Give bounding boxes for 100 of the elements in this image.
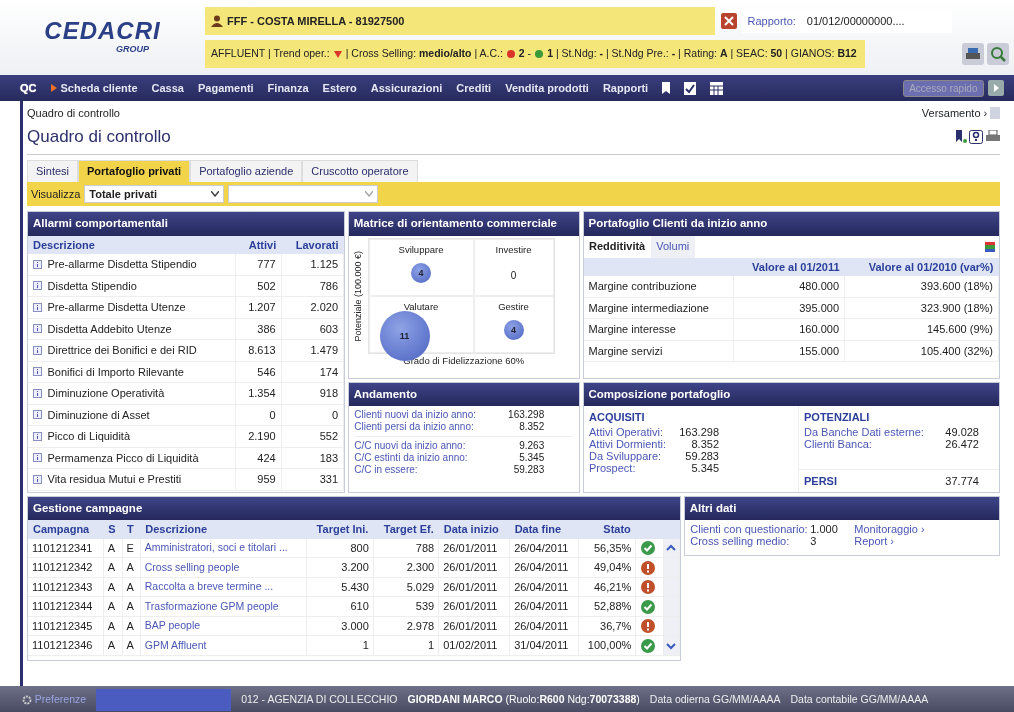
table-cell: 0 <box>281 404 344 426</box>
table-cell: 155.000 <box>733 340 845 362</box>
table-cell: 145.600 (9%) <box>844 318 999 340</box>
table-cell: 1101212345 <box>28 616 104 636</box>
stat-label: Clienti Banca: <box>804 437 873 450</box>
campaign-link[interactable]: Cross selling people <box>140 557 306 578</box>
info-icon[interactable] <box>33 345 42 355</box>
table-cell: Margine servizi <box>583 340 734 362</box>
campaign-link[interactable]: BAP people <box>140 616 306 636</box>
table-cell: A <box>103 557 123 578</box>
tab[interactable]: Portafoglio aziende <box>190 160 303 182</box>
info-icon[interactable] <box>33 453 42 463</box>
table-cell: Margine contribuzione <box>583 276 734 297</box>
gear-icon[interactable] <box>22 694 32 705</box>
chart-icon[interactable] <box>985 241 995 252</box>
nav-item[interactable]: Estero <box>322 79 357 97</box>
info-icon[interactable] <box>33 367 42 377</box>
select-field[interactable] <box>228 184 379 203</box>
stat-value: 163.298 <box>507 409 545 421</box>
table-cell: 26/01/2011 <box>438 577 510 597</box>
info-icon[interactable] <box>33 388 42 398</box>
stat-value: 8.352 <box>518 421 545 433</box>
bubble: 4 <box>503 320 524 341</box>
arrow-right-icon[interactable] <box>988 80 1004 96</box>
stat-value: 3 <box>810 535 817 547</box>
table-cell: 160.000 <box>733 318 845 340</box>
info-icon[interactable] <box>33 410 42 420</box>
nav-item[interactable]: Assicurazioni <box>370 79 443 97</box>
campaign-link[interactable]: Trasformazione GPM people <box>140 596 306 617</box>
tab[interactable]: Volumi <box>650 235 695 258</box>
calendar-icon[interactable] <box>710 81 724 95</box>
quadrant-count: 0 <box>510 269 517 284</box>
stat-value: 5.345 <box>518 451 545 464</box>
nav-item[interactable]: Finanza <box>267 79 309 97</box>
link[interactable]: Monitoraggio › <box>854 523 925 535</box>
panel-header: Andamento <box>348 383 579 407</box>
info-icon[interactable] <box>33 281 42 291</box>
table-cell: 26/04/2011 <box>509 577 579 597</box>
table-cell: 5.029 <box>373 577 439 597</box>
panel-header: Gestione campagne <box>28 497 680 521</box>
tab[interactable]: Cruscotto operatore <box>302 160 418 182</box>
stat-label: Da Banche Dati esterne: <box>804 425 925 438</box>
stat-value: 59.283 <box>684 449 719 462</box>
stat-value: 8.352 <box>690 437 719 450</box>
info-icon[interactable] <box>33 259 42 269</box>
table-cell: E <box>122 538 141 558</box>
table-cell: 1101212346 <box>28 635 104 656</box>
table-cell: 26/01/2011 <box>438 596 510 617</box>
nav-item[interactable]: Rapporti <box>602 79 649 97</box>
tab[interactable]: Redditività <box>583 235 651 258</box>
select-field[interactable]: Totale privati <box>84 184 225 203</box>
table-cell: 52,88% <box>578 596 636 617</box>
table-cell: 26/01/2011 <box>438 557 510 578</box>
stat-value: 59.283 <box>512 463 545 476</box>
table-cell: 105.400 (32%) <box>844 340 999 362</box>
axis-label: Potenziale (100.000 €) <box>351 250 364 342</box>
bookmark-icon[interactable] <box>954 130 967 144</box>
nav-item[interactable]: Crediti <box>456 79 492 97</box>
tab[interactable]: Sintesi <box>27 160 79 182</box>
versamento-link[interactable]: Versamento › <box>921 105 988 122</box>
table-cell: 36,7% <box>578 616 636 636</box>
campaign-link[interactable]: Raccolta a breve termine ... <box>140 577 306 597</box>
table-cell: 331 <box>281 468 344 490</box>
close-icon[interactable] <box>720 12 737 29</box>
nav-item[interactable]: Vendita prodotti <box>505 79 589 97</box>
nav-item[interactable]: QC <box>20 79 37 97</box>
table-cell: 26/04/2011 <box>509 557 579 578</box>
table-cell-text: Disdetta Stipendio <box>47 278 137 294</box>
printer-icon[interactable] <box>986 130 1000 144</box>
column-header: S <box>103 520 123 539</box>
info-icon[interactable] <box>33 474 42 484</box>
table-cell: 26/04/2011 <box>509 596 579 617</box>
help-icon[interactable] <box>969 130 984 144</box>
table-cell: A <box>103 538 123 558</box>
scroll-down-icon[interactable] <box>665 640 676 651</box>
scroll-up-icon[interactable] <box>665 543 676 553</box>
rapporto-label: Rapporto: <box>747 13 796 29</box>
tab[interactable]: Portafoglio privati <box>78 160 191 182</box>
search-icon[interactable] <box>986 43 1009 66</box>
nav-item[interactable]: Pagamenti <box>197 79 254 97</box>
info-icon[interactable] <box>33 431 42 441</box>
info-icon[interactable] <box>33 324 42 334</box>
info-icon[interactable] <box>33 302 42 312</box>
nav-item[interactable]: Scheda cliente <box>60 79 138 97</box>
stat-value: 5.345 <box>690 461 719 474</box>
printer-icon[interactable] <box>961 43 984 66</box>
table-cell: 323.900 (18%) <box>844 297 999 319</box>
operator-text: GIORDANI MARCO (Ruolo:R600 Ndg:70073388) <box>407 691 640 707</box>
bookmark-icon[interactable] <box>662 82 671 94</box>
stat-label: Clienti persi da inizio anno: <box>354 421 475 433</box>
campaign-link[interactable]: Amministratori, soci e titolari ... <box>140 538 306 558</box>
document-icon <box>990 107 1000 120</box>
column-header: T <box>122 520 141 539</box>
clipboard-check-icon[interactable] <box>684 81 697 95</box>
table-cell: 959 <box>235 468 282 490</box>
table-cell: 2.978 <box>373 616 439 636</box>
panel-header: Altri dati <box>684 497 999 521</box>
nav-item[interactable]: Cassa <box>151 79 184 97</box>
campaign-link[interactable]: GPM Affluent <box>140 635 306 656</box>
link[interactable]: Report › <box>854 535 925 547</box>
